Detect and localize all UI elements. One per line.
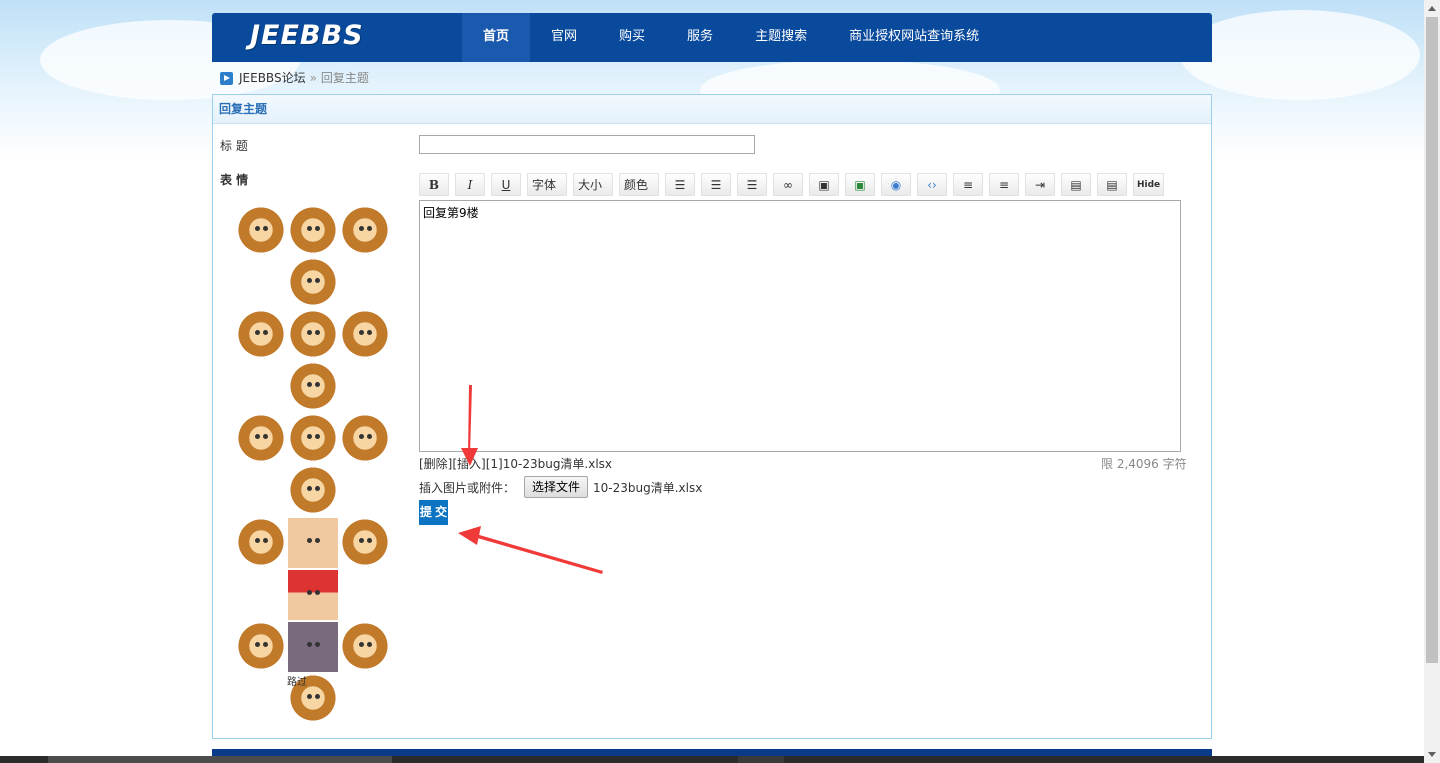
scroll-up-icon[interactable] [1424, 0, 1440, 16]
size-select[interactable]: 大小 [573, 173, 613, 196]
emoji-label: 表 情 [220, 173, 249, 187]
ordered-list-icon: ≡ [962, 177, 974, 192]
link-button[interactable]: ∞ [773, 173, 803, 196]
arrow-right-icon [220, 71, 233, 85]
page-container: JEEBBS 首页 官网 购买 服务 主题搜索 商业授权网站查询系统 JEEBB… [212, 13, 1212, 739]
media-icon: ▣ [854, 177, 866, 192]
main-nav: 首页 官网 购买 服务 主题搜索 商业授权网站查询系统 [462, 13, 1000, 62]
attachment-line[interactable]: [删除][插入][1]10-23bug清单.xlsx [419, 455, 612, 472]
image-button[interactable]: ▣ [809, 173, 839, 196]
smiley-brushing-icon[interactable] [340, 310, 390, 360]
align-center-button[interactable]: ☰ [701, 173, 731, 196]
smiley-crying-icon[interactable] [236, 206, 286, 256]
scrollbar-thumb[interactable] [1426, 17, 1438, 663]
align-left-icon: ☰ [674, 177, 686, 192]
nav-item-license-query[interactable]: 商业授权网站查询系统 [828, 13, 1000, 62]
smiley-swimming-icon[interactable] [340, 518, 390, 568]
choose-file-button[interactable]: 选择文件 [524, 476, 589, 498]
reply-panel: 回复主题 标 题 表 情 路过 B I U 字体 大小 颜色 ☰ ☰ ☰ ∞ ▣… [212, 94, 1212, 739]
nav-item-topic-search[interactable]: 主题搜索 [734, 13, 828, 62]
site-logo[interactable]: JEEBBS [250, 20, 364, 51]
char-limit: 限 2,4096 字符 [1101, 457, 1187, 471]
smiley-blush-icon[interactable] [288, 518, 338, 568]
bottom-strip [0, 756, 1424, 763]
smiley-hi-icon[interactable] [288, 206, 338, 256]
breadcrumb: JEEBBS论坛 » 回复主题 [212, 62, 1212, 94]
quote-icon: ◉ [890, 177, 902, 192]
indent-icon: ⇥ [1034, 177, 1046, 192]
vertical-scrollbar[interactable] [1424, 0, 1440, 763]
smiley-sad-icon[interactable] [288, 310, 338, 360]
smiley-thinking-icon[interactable] [288, 414, 338, 464]
bold-button[interactable]: B [419, 173, 449, 196]
float-right-button[interactable]: ▤ [1097, 173, 1127, 196]
align-right-icon: ☰ [746, 177, 758, 192]
breadcrumb-current: 回复主题 [320, 71, 369, 85]
panel-title: 回复主题 [213, 95, 1211, 124]
nav-item-home[interactable]: 首页 [462, 13, 531, 62]
indent-button[interactable]: ⇥ [1025, 173, 1055, 196]
site-header: JEEBBS 首页 官网 购买 服务 主题搜索 商业授权网站查询系统 [212, 13, 1212, 62]
title-input[interactable] [419, 135, 755, 154]
float-left-icon: ▤ [1070, 177, 1082, 192]
selected-file-name: 10-23bug清单.xlsx [593, 480, 703, 495]
smiley-question-icon[interactable] [236, 518, 286, 568]
smiley-shocked-icon[interactable] [288, 258, 338, 308]
smiley-depressed-icon[interactable] [288, 622, 338, 672]
smiley-panel: 路过 [233, 205, 393, 725]
image-icon: ▣ [818, 177, 830, 192]
nav-item-official[interactable]: 官网 [530, 13, 598, 62]
code-icon: ‹› [927, 177, 937, 192]
align-center-icon: ☰ [710, 177, 722, 192]
smiley-hula-icon[interactable] [236, 622, 286, 672]
upload-label: 插入图片或附件： [419, 480, 516, 495]
smiley-passing-caption: 路过 [287, 677, 307, 688]
font-select[interactable]: 字体 [527, 173, 567, 196]
scroll-down-icon[interactable] [1424, 747, 1440, 763]
upload-row: 插入图片或附件： 选择文件 10-23bug清单.xlsx [419, 476, 702, 498]
hide-button[interactable]: Hide [1133, 173, 1165, 196]
color-select[interactable]: 颜色 [619, 173, 659, 196]
flash-button[interactable]: ▣ [845, 173, 875, 196]
smiley-dizzy-icon[interactable] [340, 414, 390, 464]
smiley-flower-icon[interactable] [236, 414, 286, 464]
smiley-angry-icon[interactable] [288, 570, 338, 620]
nav-item-service[interactable]: 服务 [666, 13, 734, 62]
italic-button[interactable]: I [455, 173, 485, 196]
link-icon: ∞ [783, 177, 793, 192]
ordered-list-button[interactable]: ≡ [953, 173, 983, 196]
quote-button[interactable]: ◉ [881, 173, 911, 196]
breadcrumb-separator: » [309, 71, 317, 85]
smiley-rider-icon[interactable] [288, 466, 338, 516]
content-textarea[interactable]: 回复第9楼 [419, 200, 1181, 452]
underline-button[interactable]: U [491, 173, 521, 196]
smiley-big-eyes-icon[interactable] [340, 622, 390, 672]
smiley-cool-icon[interactable] [340, 206, 390, 256]
float-left-button[interactable]: ▤ [1061, 173, 1091, 196]
submit-button[interactable]: 提 交 [419, 500, 448, 525]
title-label: 标 题 [220, 139, 248, 153]
align-left-button[interactable]: ☰ [665, 173, 695, 196]
unordered-list-button[interactable]: ≡ [989, 173, 1019, 196]
float-right-icon: ▤ [1106, 177, 1118, 192]
code-button[interactable]: ‹› [917, 173, 947, 196]
smiley-love-icon[interactable] [236, 310, 286, 360]
align-right-button[interactable]: ☰ [737, 173, 767, 196]
editor-toolbar: B I U 字体 大小 颜色 ☰ ☰ ☰ ∞ ▣ ▣ ◉ ‹› ≡ ≡ ⇥ ▤ … [419, 173, 1170, 196]
unordered-list-icon: ≡ [998, 177, 1010, 192]
smiley-laughing-icon[interactable] [288, 362, 338, 412]
nav-item-buy[interactable]: 购买 [598, 13, 666, 62]
breadcrumb-home-link[interactable]: JEEBBS论坛 [239, 62, 306, 94]
